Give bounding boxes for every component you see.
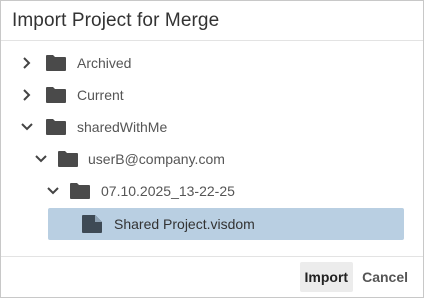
- folder-icon: [46, 118, 68, 136]
- tree-item-label: Current: [77, 87, 124, 103]
- chevron-down-icon[interactable]: [20, 120, 34, 134]
- tree-item-label: sharedWithMe: [77, 119, 168, 135]
- tree-item-shared-project-file[interactable]: Shared Project.visdom: [82, 210, 255, 238]
- chevron-right-icon[interactable]: [20, 88, 34, 102]
- folder-icon: [58, 150, 80, 168]
- tree-item-date-folder[interactable]: 07.10.2025_13-22-25: [46, 177, 235, 205]
- folder-icon: [46, 54, 68, 72]
- tree-item-label: userB@company.com: [88, 151, 225, 167]
- dialog-title: Import Project for Merge: [12, 9, 220, 31]
- chevron-right-icon[interactable]: [20, 56, 34, 70]
- import-dialog: Import Project for Merge Archived Curren…: [0, 0, 424, 298]
- tree-item-archived[interactable]: Archived: [20, 49, 131, 77]
- tree-item-label: Shared Project.visdom: [114, 216, 255, 232]
- file-icon: [82, 215, 104, 233]
- dialog-header: Import Project for Merge: [1, 1, 423, 41]
- chevron-down-icon[interactable]: [46, 184, 60, 198]
- chevron-down-icon[interactable]: [34, 152, 48, 166]
- tree-item-current[interactable]: Current: [20, 81, 124, 109]
- cancel-button[interactable]: Cancel: [357, 262, 413, 292]
- folder-icon: [46, 86, 68, 104]
- tree-item-label: Archived: [77, 55, 132, 71]
- tree-item-label: 07.10.2025_13-22-25: [101, 183, 235, 199]
- dialog-footer: Import Cancel: [1, 257, 423, 297]
- import-button[interactable]: Import: [299, 262, 354, 292]
- folder-icon: [70, 182, 92, 200]
- project-tree: Archived Current sharedWithMe userB@comp…: [1, 41, 423, 257]
- tree-item-userb[interactable]: userB@company.com: [34, 145, 225, 173]
- tree-item-sharedwithme[interactable]: sharedWithMe: [20, 113, 167, 141]
